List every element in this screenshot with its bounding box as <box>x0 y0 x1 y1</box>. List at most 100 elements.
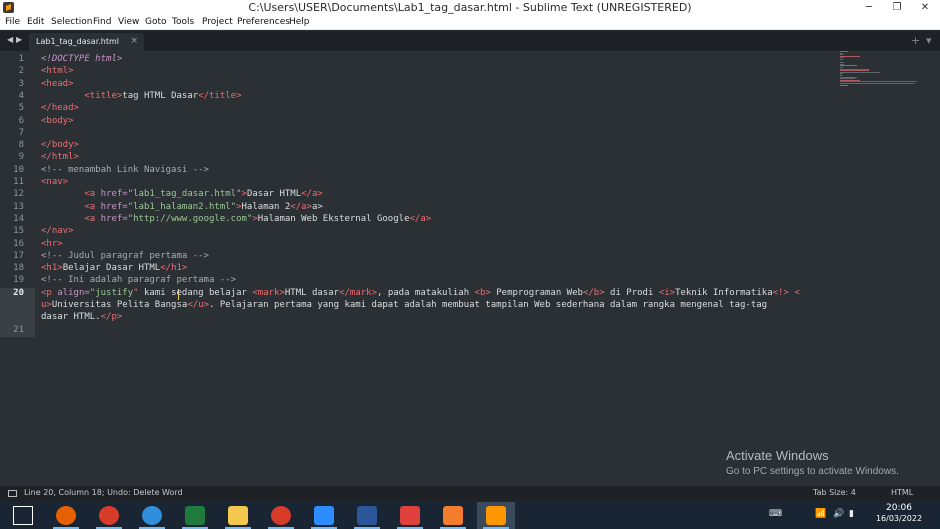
code-token: </nav> <box>41 226 74 237</box>
code-token: </html> <box>41 152 79 163</box>
code-token: . Pelajaran pertama yang kami dapat adal… <box>209 300 768 310</box>
taskbar-xampp-icon[interactable] <box>434 502 472 529</box>
code-token: "justify <box>89 287 134 298</box>
taskbar-edge-icon[interactable] <box>133 502 171 529</box>
sublime-text-glyph <box>486 506 506 525</box>
taskbar-firefox-icon[interactable] <box>47 502 85 529</box>
taskbar-word-icon[interactable] <box>348 502 386 529</box>
line-number: 2 <box>18 66 24 77</box>
battery-icon[interactable]: ▮ <box>849 509 854 519</box>
code-line: </body> <box>41 140 79 150</box>
code-line: <!DOCTYPE html> <box>41 54 122 64</box>
code-token: href= <box>100 213 128 224</box>
chrome-2-glyph <box>271 506 291 525</box>
code-token: </mark> <box>339 287 377 298</box>
line-number: 15 <box>13 226 24 237</box>
code-line: <!-- menambah Link Navigasi --> <box>41 165 209 175</box>
code-token: </p> <box>100 312 123 323</box>
tab-lab1-tag-dasar[interactable]: Lab1_tag_dasar.html × <box>29 33 144 51</box>
maximize-button[interactable]: ❐ <box>884 0 910 16</box>
code-token: < <box>794 287 800 298</box>
line-number: 3 <box>18 78 24 89</box>
code-token: <a <box>84 201 101 212</box>
menu-project[interactable]: Project <box>202 17 233 27</box>
code-line: <!-- Judul paragraf pertama --> <box>41 251 209 261</box>
star-app-glyph <box>400 506 420 525</box>
line-number: 9 <box>18 152 24 163</box>
menu-view[interactable]: View <box>118 17 139 27</box>
wifi-icon[interactable]: 📶 <box>815 509 826 519</box>
menu-preferences[interactable]: Preferences <box>237 17 290 27</box>
code-editor[interactable]: <!DOCTYPE html> <html> <head> <title>tag H… <box>41 51 831 484</box>
line-number: 14 <box>13 213 24 224</box>
code-token: di Prodi <box>604 287 659 298</box>
windows-start-glyph <box>13 506 33 525</box>
taskbar-windows-start-icon[interactable] <box>4 502 42 529</box>
tab-dropdown-icon[interactable]: ▾ <box>926 34 932 47</box>
tab-back-icon[interactable]: ◀ <box>7 35 13 44</box>
code-token: u> <box>41 300 52 310</box>
taskbar-chrome-2-icon[interactable] <box>262 502 300 529</box>
line-number: 20 <box>13 287 24 298</box>
code-token: "lab1_halaman2.html" <box>127 201 237 212</box>
new-tab-icon[interactable]: + <box>911 34 920 47</box>
code-token: a> <box>311 201 323 212</box>
code-line: <hr> <box>41 239 63 249</box>
line-number: 19 <box>13 275 24 286</box>
status-syntax[interactable]: HTML <box>891 488 913 497</box>
tab-forward-icon[interactable]: ▶ <box>16 35 22 44</box>
code-token: </b> <box>582 287 605 298</box>
line-number: 6 <box>18 115 24 126</box>
line-number: 5 <box>18 103 24 114</box>
code-token: tag HTML Dasar <box>122 90 199 101</box>
menu-find[interactable]: Find <box>93 17 111 27</box>
status-position: Line 20, Column 18; Undo: Delete Word <box>24 488 183 497</box>
taskbar-sublime-text-icon[interactable] <box>477 502 515 529</box>
taskbar-zoom-icon[interactable] <box>305 502 343 529</box>
code-line: <nav> <box>41 177 68 187</box>
menu-tools[interactable]: Tools <box>172 17 194 27</box>
line-number: 4 <box>18 90 24 101</box>
menu-bar: File Edit Selection Find View Goto Tools… <box>0 16 940 30</box>
taskbar-chrome-icon[interactable] <box>90 502 128 529</box>
taskbar-file-explorer-icon[interactable] <box>219 502 257 529</box>
volume-icon[interactable]: 🔊 <box>833 509 844 519</box>
code-token: </title> <box>198 90 242 101</box>
taskbar-clock[interactable]: 20:06 16/03/2022 <box>870 503 928 523</box>
minimap-line <box>840 59 844 60</box>
tab-bar: ◀ ▶ Lab1_tag_dasar.html × + ▾ <box>0 31 940 51</box>
tab-close-icon[interactable]: × <box>130 36 138 46</box>
menu-selection[interactable]: Selection <box>51 17 92 27</box>
code-line: <h1>Belajar Dasar HTML</h1> <box>41 263 187 273</box>
code-token: "lab1_tag_dasar.html" <box>127 189 242 200</box>
activate-subtitle: Go to PC settings to activate Windows. <box>726 466 899 477</box>
minimap[interactable] <box>840 51 930 91</box>
menu-goto[interactable]: Goto <box>145 17 167 27</box>
line-number: 18 <box>13 263 24 274</box>
line-number: 7 <box>18 127 24 138</box>
clock-date: 16/03/2022 <box>875 514 923 523</box>
menu-edit[interactable]: Edit <box>27 17 44 27</box>
line-number: 8 <box>18 140 24 151</box>
close-window-button[interactable]: ✕ <box>912 0 938 16</box>
menu-file[interactable]: File <box>5 17 20 27</box>
code-token: kami sedang belajar <box>138 287 253 298</box>
code-token: Pemprograman Web <box>490 287 583 298</box>
code-token: </h1> <box>160 263 188 274</box>
menu-help[interactable]: Help <box>289 17 310 27</box>
code-line: <!-- Ini adalah paragraf pertama --> <box>41 275 236 285</box>
taskbar-star-app-icon[interactable] <box>391 502 429 529</box>
title-bar: C:\Users\USER\Documents\Lab1_tag_dasar.h… <box>0 0 940 16</box>
code-token: <i> <box>658 287 676 298</box>
code-token: <body> <box>41 115 74 126</box>
minimize-button[interactable]: ─ <box>856 0 882 16</box>
panel-toggle-icon[interactable] <box>8 490 17 497</box>
taskbar-excel-icon[interactable] <box>176 502 214 529</box>
status-tab-size[interactable]: Tab Size: 4 <box>813 488 856 497</box>
zoom-glyph <box>314 506 334 525</box>
word-glyph <box>357 506 377 525</box>
keyboard-icon[interactable]: ⌨ <box>769 509 782 519</box>
line-number-gutter: 1 2 3 4 5 6 7 8 9 10 11 12 13 14 15 16 17 18 19 20 21 <box>0 51 35 484</box>
